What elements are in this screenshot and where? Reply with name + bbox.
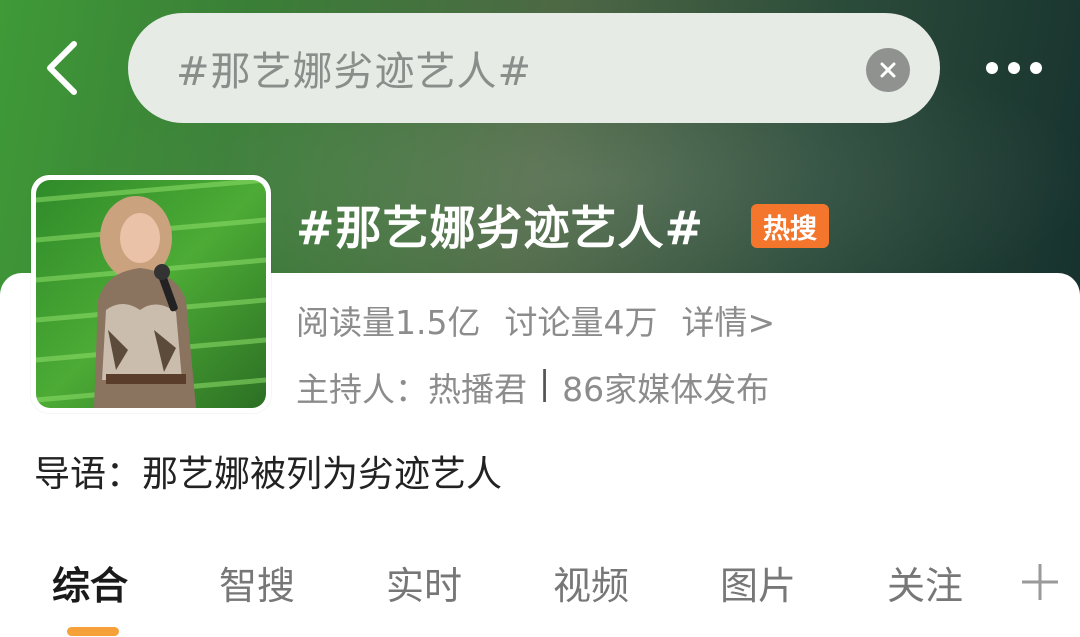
tab-smart-search[interactable]: 智搜 [219,555,295,610]
back-button[interactable] [34,38,90,98]
tab-images[interactable]: 图片 [720,555,796,610]
detail-link[interactable]: 详情> [681,296,775,344]
search-input[interactable]: #那艺娜劣迹艺人# [128,13,940,123]
host-name[interactable]: 主持人：热播君 [296,363,527,411]
topic-host-info: 主持人：热播君 | 86家媒体发布 [296,363,769,411]
tab-following[interactable]: 关注 [887,555,963,610]
topic-cover-image[interactable] [31,175,271,413]
topic-title: #那艺娜劣迹艺人# [296,201,705,255]
media-count[interactable]: 86家媒体发布 [562,363,769,411]
cover-photo [36,180,266,408]
add-tab-button[interactable] [1018,560,1062,604]
plus-icon [1022,564,1058,600]
more-button[interactable] [972,46,1056,90]
discussion-count: 讨论量4万 [504,303,658,342]
tab-comprehensive[interactable]: 综合 [52,555,128,610]
tab-video[interactable]: 视频 [553,555,629,610]
divider: | [539,363,551,402]
topic-intro: 导语：那艺娜被列为劣迹艺人 [34,454,503,495]
active-tab-indicator [67,627,119,636]
chevron-left-icon [47,41,77,95]
hot-search-badge: 热搜 [751,204,829,248]
search-query: #那艺娜劣迹艺人# [176,49,533,95]
close-icon [880,62,896,78]
tab-bar: 综合 智搜 实时 视频 图片 关注 [0,555,1080,636]
tab-realtime[interactable]: 实时 [386,555,462,610]
read-count: 阅读量1.5亿 [296,303,481,342]
topic-stats: 阅读量1.5亿 讨论量4万 详情> [296,296,775,344]
clear-search-button[interactable] [866,48,910,92]
more-dots-icon [986,62,998,74]
